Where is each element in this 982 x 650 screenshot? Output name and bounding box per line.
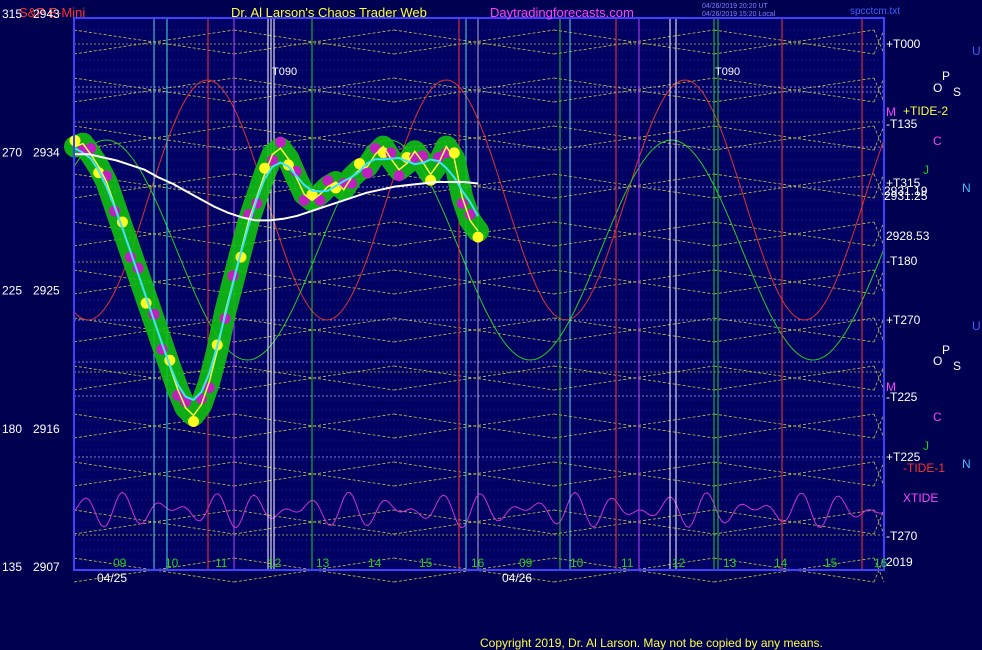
- right-axis-label: XTIDE: [903, 491, 938, 505]
- x-hour-label: 11: [621, 556, 634, 570]
- x-hour-label: 16: [471, 556, 485, 570]
- x-hour-label: 11: [215, 556, 228, 570]
- price-bar-dot: [393, 170, 405, 182]
- x-hour-label: 15: [824, 556, 838, 570]
- price-bar-dot: [274, 136, 286, 148]
- planet-label: N: [962, 181, 971, 195]
- x-hour-label: 15: [419, 556, 433, 570]
- right-axis-label: -T135: [886, 117, 918, 131]
- y-price-label: 2907: [33, 560, 60, 574]
- planet-label: M: [886, 380, 896, 394]
- timestamp-line2: 04/26/2019 15:20 Local: [702, 11, 776, 18]
- y-degree-label: 270: [2, 145, 22, 159]
- x-hour-label: 10: [570, 556, 584, 570]
- data-file-name: spcctcm.txt: [850, 6, 900, 17]
- x-hour-label: 12: [268, 556, 282, 570]
- planet-label: U: [972, 319, 981, 333]
- y-price-label: 2934: [33, 145, 60, 159]
- t090-marker: T090: [715, 66, 740, 78]
- y-price-label: 2943: [33, 7, 60, 21]
- timestamp-line1: 04/26/2019 20:20 UT: [702, 3, 768, 10]
- copyright-footer: Copyright 2019, Dr. Al Larson. May not b…: [480, 636, 823, 650]
- y-price-label: 2916: [33, 422, 60, 436]
- right-axis-label: +T000: [886, 37, 921, 51]
- planet-label: C: [933, 410, 942, 424]
- x-hour-label: 13: [723, 556, 737, 570]
- planet-label: C: [933, 134, 942, 148]
- x-hour-label: 14: [368, 556, 382, 570]
- right-axis-label: -T270: [886, 529, 918, 543]
- right-axis-label: 2019: [886, 555, 913, 569]
- planet-label: P: [942, 69, 950, 83]
- x-hour-label: 09: [519, 556, 533, 570]
- chaos-trader-chart: T090 T090 S&P E-Mini Dr. Al Larson's Chao…: [0, 0, 982, 650]
- planet-label: N: [962, 457, 971, 471]
- y-degree-label: 135: [2, 560, 22, 574]
- planet-label: U: [972, 44, 981, 58]
- t090-marker: T090: [272, 66, 297, 78]
- planet-label: J: [923, 163, 929, 177]
- x-hour-label: 09: [113, 556, 127, 570]
- planet-label: S: [953, 85, 961, 99]
- y-price-label: 2925: [33, 284, 60, 298]
- x-date-label: 04/26: [502, 571, 532, 585]
- right-axis-label: -TIDE-1: [903, 461, 945, 475]
- planet-label: M: [886, 105, 896, 119]
- planet-label: S: [953, 359, 961, 373]
- y-degree-label: 315: [2, 7, 22, 21]
- planet-label: J: [923, 439, 929, 453]
- x-date-label: 04/25: [97, 571, 127, 585]
- right-axis-label: +T270: [886, 313, 921, 327]
- planet-label: O: [933, 81, 942, 95]
- price-bar-dot: [472, 231, 484, 243]
- right-axis-label: -T180: [886, 254, 918, 268]
- y-degree-label: 225: [2, 284, 22, 298]
- right-axis-label: 2928.53: [886, 229, 930, 243]
- x-hour-label: 10: [165, 556, 179, 570]
- site-link[interactable]: Daytradingforecasts.com: [490, 5, 634, 20]
- x-hour-label: 14: [774, 556, 788, 570]
- x-hour-label: 12: [672, 556, 686, 570]
- right-axis-label: 2931.25: [884, 189, 928, 203]
- x-hour-label: 13: [316, 556, 330, 570]
- price-bar-dot: [425, 174, 437, 186]
- planet-label: O: [933, 354, 942, 368]
- price-bar-dot: [188, 415, 200, 427]
- planet-label: P: [942, 343, 950, 357]
- y-degree-label: 180: [2, 422, 22, 436]
- chart-center-title: Dr. Al Larson's Chaos Trader Web: [231, 5, 427, 20]
- right-axis-label: +TIDE-2: [903, 104, 948, 118]
